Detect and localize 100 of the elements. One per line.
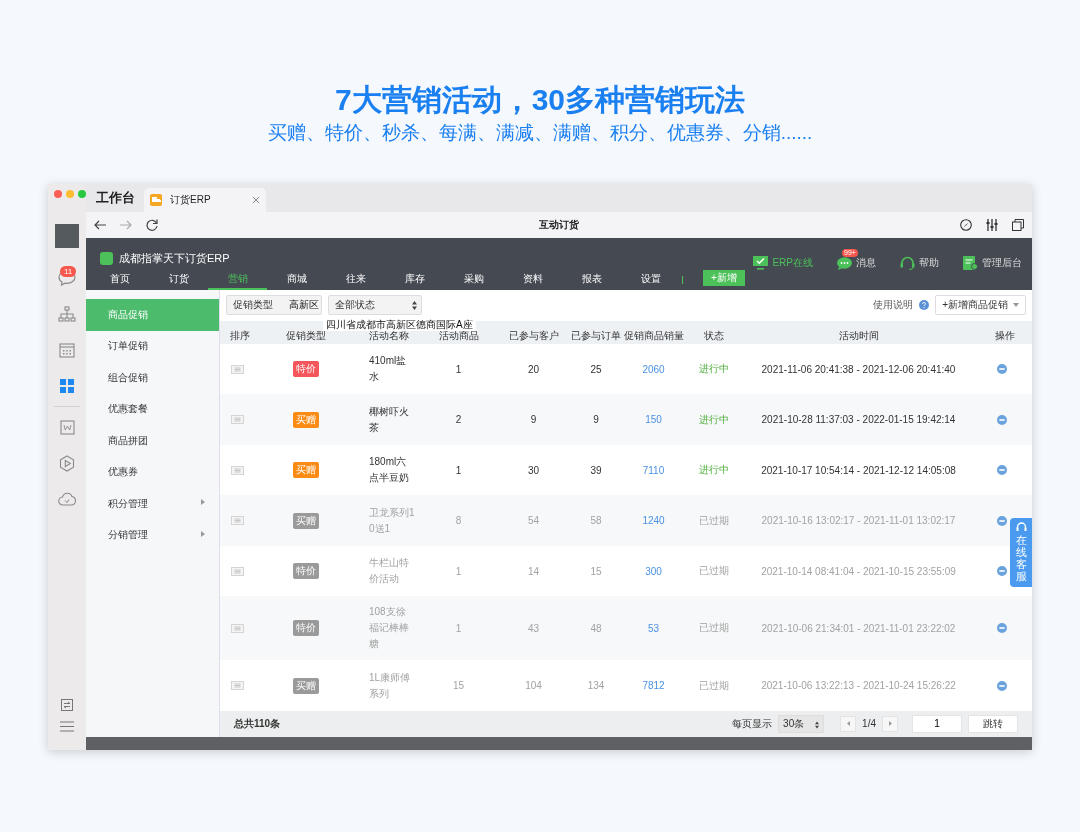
column-header: 促销商品销量 [622, 328, 685, 343]
menu-tab[interactable]: 设置 [621, 270, 680, 290]
table-cell: 2021-10-17 10:54:14 - 2021-12-12 14:05:08 [761, 464, 956, 476]
sales-link[interactable]: 2060 [642, 363, 665, 375]
table-cell: 15 [590, 565, 602, 577]
table-cell-text: 1L康师傅系列 [369, 670, 412, 701]
table-cell: 30 [527, 464, 540, 476]
subheadline: 买赠、特价、秒杀、每满、满减、满赠、积分、优惠券、分销...... [267, 121, 813, 145]
menu-tab[interactable]: 资料 [503, 270, 562, 290]
column-header: 活动时间 [837, 328, 880, 343]
header-action[interactable]: 管理后台 [963, 250, 1022, 270]
promotion-type-tag: 买赠 [293, 411, 319, 428]
page-input[interactable]: 1 [912, 715, 962, 733]
table-cell: 25 [590, 363, 602, 375]
page-title: 互动订货 [539, 219, 579, 230]
table-cell: 2021-10-28 11:37:03 - 2022-01-15 19:42:14 [761, 414, 956, 426]
sidebar-item[interactable]: 组合促销 [86, 362, 219, 394]
sidebar-item[interactable]: 订单促销 [86, 330, 219, 362]
status-text: 已过期 [698, 622, 729, 634]
sidebar-item[interactable]: 优惠券 [86, 456, 219, 488]
sidebar-item[interactable]: 积分管理 [86, 488, 219, 520]
table-cell: 43 [527, 622, 540, 634]
status-text: 已过期 [698, 679, 729, 691]
status-select[interactable]: 全部状态 [328, 295, 422, 316]
header-action[interactable]: 帮助 [900, 250, 939, 270]
table-cell-text: 卫龙系列10送1 [369, 505, 415, 536]
table-cell: 8 [455, 515, 462, 527]
column-header: 已参与订单 [571, 328, 621, 343]
table-cell: 1 [455, 363, 462, 375]
table-cell: 15 [452, 680, 465, 692]
address-suggestion[interactable]: 四川省成都市高新区德商国际A座 [323, 319, 476, 331]
table-cell: 2021-10-14 08:41:04 - 2021-10-15 23:55:09 [761, 565, 956, 577]
brand-name: 成都指掌天下订货ERP [119, 251, 230, 267]
help-link[interactable]: 使用说明 [873, 298, 914, 313]
table-cell: 39 [590, 464, 602, 476]
promotion-type-tag: 特价 [293, 563, 319, 580]
menu-tab[interactable]: 库存 [385, 270, 444, 290]
column-header: 活动名称 [368, 329, 410, 343]
status-text: 进行中 [698, 413, 729, 425]
sales-link[interactable]: 7812 [642, 680, 665, 692]
notification-badge: 11 [60, 266, 77, 277]
table-cell: 2021-10-16 13:02:17 - 2021-11-01 13:02:17 [761, 515, 956, 527]
page-indicator: 1/4 [862, 718, 876, 730]
promotion-type-tag: 特价 [293, 361, 319, 378]
column-header: 已参与客户 [507, 328, 560, 343]
table-cell: 1 [455, 622, 462, 634]
status-text: 已过期 [698, 514, 729, 526]
sidebar-item[interactable]: 优惠套餐 [86, 393, 219, 425]
table-cell: 2 [455, 414, 462, 426]
autocomplete-text: 高新区 [289, 298, 319, 313]
status-text: 进行中 [698, 363, 729, 375]
table-cell: 1 [455, 565, 462, 577]
column-header: 排序 [229, 328, 251, 343]
table-cell: 9 [593, 414, 599, 426]
sales-link[interactable]: 300 [645, 565, 662, 577]
table-cell: 104 [525, 680, 542, 692]
table-cell: 48 [590, 622, 602, 634]
column-header: 促销类型 [285, 328, 327, 343]
menu-tab[interactable]: 商城 [267, 270, 326, 290]
table-cell-text: 410ml盐水 [369, 354, 408, 385]
total-count: 总共110条 [234, 717, 281, 731]
status-text: 进行中 [698, 464, 729, 476]
window-title: 工作台 [96, 189, 136, 207]
sidebar-item[interactable]: 商品拼团 [86, 425, 219, 457]
per-page-select[interactable]: 30条 [778, 715, 825, 733]
promotion-type-tag: 特价 [293, 620, 319, 637]
add-promotion-button[interactable]: +新增商品促销 [935, 295, 1026, 316]
promotion-type-tag: 买赠 [293, 677, 319, 694]
menu-tab[interactable]: 往来 [326, 270, 385, 290]
table-cell: 2021-10-06 13:22:13 - 2021-10-24 15:26:22 [761, 680, 956, 692]
status-text: 已过期 [698, 565, 729, 577]
header-action[interactable]: ERP在线 [753, 250, 813, 270]
table-cell-text: 180ml六点半豆奶 [369, 455, 410, 486]
table-cell-text: 牛栏山特价活动 [369, 556, 410, 587]
browser-tab[interactable]: 订货ERP [144, 188, 266, 212]
menu-tab[interactable]: 订货 [149, 270, 208, 290]
table-cell-text: 椰树吓火茶 [369, 404, 410, 435]
table-cell: 54 [527, 515, 540, 527]
table-cell-text: 108支徐福记棒棒糖 [369, 605, 410, 652]
headline: 7大营销活动，30多种营销玩法 [334, 82, 746, 118]
table-cell: 20 [527, 363, 540, 375]
menu-tab[interactable]: 首页 [90, 270, 149, 290]
sidebar-item[interactable]: 分销管理 [86, 519, 219, 551]
column-header: 状态 [702, 328, 725, 343]
menu-tab[interactable]: 报表 [562, 270, 621, 290]
table-cell: 134 [587, 680, 605, 692]
table-cell: 2021-11-06 20:41:38 - 2021-12-06 20:41:40 [761, 363, 956, 375]
table-cell: 14 [527, 565, 540, 577]
table-cell: 58 [590, 515, 602, 527]
sales-link[interactable]: 7110 [642, 464, 665, 476]
menu-tab[interactable]: 采购 [444, 270, 503, 290]
column-header: 操作 [993, 328, 1016, 343]
per-page-label: 每页显示 [732, 717, 773, 731]
promotion-type-select[interactable]: 促销类型 高新区 [226, 295, 322, 316]
table-cell: 9 [530, 414, 537, 426]
column-header: 活动商品 [438, 329, 480, 343]
table-cell: 2021-10-06 21:34:01 - 2021-11-01 23:22:02 [761, 622, 956, 634]
jump-button[interactable]: 跳转 [968, 715, 1018, 733]
promotion-type-tag: 买赠 [293, 462, 319, 479]
table-cell: 1 [455, 464, 462, 476]
